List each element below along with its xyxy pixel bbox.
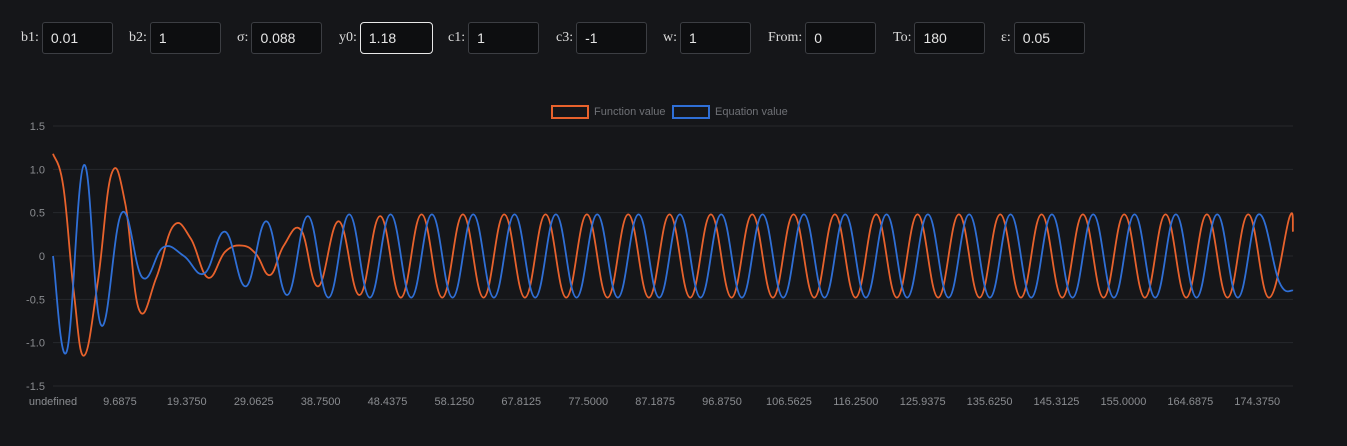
parameter-bar: b1: b2: σ: y0: c1: c3: w: From: To: ε: [0, 22, 1347, 56]
y-tick-label: -1.0 [26, 338, 45, 350]
x-tick-label: 19.3750 [167, 396, 207, 408]
x-tick-label: 9.6875 [103, 396, 137, 408]
series-lines [52, 153, 1294, 357]
param-from-label: From: [768, 30, 803, 45]
x-tick-label: 125.9375 [900, 396, 946, 408]
param-b1: b1: [21, 22, 113, 54]
legend-label: Function value [594, 106, 666, 118]
grid [53, 125, 1293, 387]
y-tick-label: -1.5 [26, 381, 45, 393]
param-y0-label: y0: [339, 30, 357, 45]
legend-swatch [551, 105, 589, 119]
legend: Function value Equation value [551, 105, 788, 119]
x-tick-label: 87.1875 [635, 396, 675, 408]
y-tick-label: 1.5 [30, 121, 45, 133]
param-to-label: To: [893, 30, 912, 45]
x-tick-label: 96.8750 [702, 396, 742, 408]
x-tick-label: 145.3125 [1034, 396, 1080, 408]
x-tick-label: undefined [29, 396, 77, 408]
param-sigma: σ: [237, 22, 323, 54]
y-axis: 1.5 1.0 0.5 0 -0.5 -1.0 -1.5 [26, 121, 45, 393]
y-tick-label: 0 [39, 251, 45, 263]
param-c3: c3: [556, 22, 648, 54]
y0-input[interactable] [359, 22, 433, 54]
from-input[interactable] [805, 22, 877, 54]
x-tick-label: 38.7500 [301, 396, 341, 408]
param-c1-label: c1: [448, 30, 466, 45]
series-line-equation-value [52, 164, 1294, 355]
x-tick-label: 155.0000 [1100, 396, 1146, 408]
series-line-function-value [52, 153, 1294, 357]
x-tick-label: 174.3750 [1234, 396, 1280, 408]
sigma-input[interactable] [251, 22, 323, 54]
legend-swatch [672, 105, 710, 119]
y-tick-label: 1.0 [30, 164, 45, 176]
param-y0: y0: [339, 22, 433, 54]
c1-input[interactable] [468, 22, 540, 54]
param-sigma-label: σ: [237, 30, 249, 45]
param-c1: c1: [448, 22, 540, 54]
param-eps-label: ε: [1001, 30, 1011, 45]
to-input[interactable] [914, 22, 986, 54]
param-b2-label: b2: [129, 30, 147, 45]
param-w-label: w: [663, 30, 677, 45]
param-from: From: [768, 22, 877, 54]
y-tick-label: 0.5 [30, 208, 45, 220]
legend-label: Equation value [715, 106, 788, 118]
line-chart: 1.5 1.0 0.5 0 -0.5 -1.0 -1.5 undefined 9.6875 19… [26, 105, 1294, 408]
x-tick-label: 77.5000 [568, 396, 608, 408]
b1-input[interactable] [41, 22, 113, 54]
param-to: To: [893, 22, 986, 54]
w-input[interactable] [680, 22, 751, 54]
x-axis: undefined 9.6875 19.3750 29.0625 38.7500 48.4… [29, 396, 1280, 408]
x-tick-label: 67.8125 [501, 396, 541, 408]
x-tick-label: 164.6875 [1167, 396, 1213, 408]
x-tick-label: 135.6250 [967, 396, 1013, 408]
x-tick-label: 106.5625 [766, 396, 812, 408]
y-tick-label: -0.5 [26, 294, 45, 306]
param-w: w: [663, 22, 751, 54]
param-c3-label: c3: [556, 30, 574, 45]
param-b1-label: b1: [21, 30, 39, 45]
x-tick-label: 48.4375 [368, 396, 408, 408]
param-b2: b2: [129, 22, 221, 54]
c3-input[interactable] [576, 22, 648, 54]
eps-input[interactable] [1013, 22, 1085, 54]
b2-input[interactable] [149, 22, 221, 54]
param-eps: ε: [1001, 22, 1085, 54]
x-tick-label: 29.0625 [234, 396, 274, 408]
x-tick-label: 116.2500 [833, 396, 878, 408]
x-tick-label: 58.1250 [435, 396, 475, 408]
